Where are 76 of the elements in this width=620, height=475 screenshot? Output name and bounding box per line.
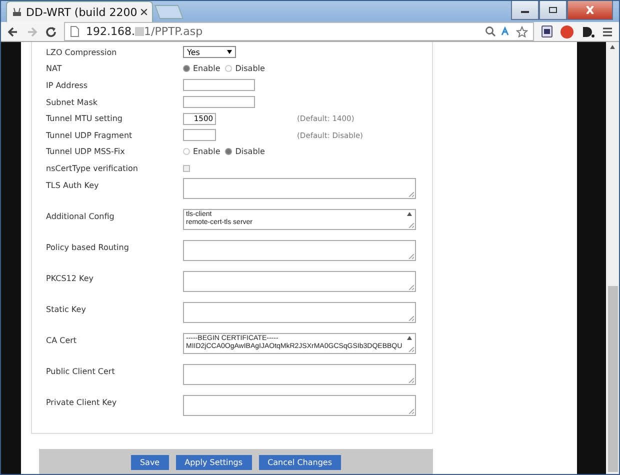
page-icon xyxy=(70,26,79,37)
scroll-up-icon[interactable] xyxy=(610,45,615,49)
radio-button[interactable] xyxy=(225,148,232,156)
scroll-thumb[interactable] xyxy=(608,286,618,472)
menu-icon[interactable] xyxy=(602,26,613,36)
field-label: Tunnel UDP MSS-Fix xyxy=(46,147,126,156)
caret-icon xyxy=(227,50,232,54)
text-area[interactable] xyxy=(183,302,416,323)
back-icon[interactable] xyxy=(7,26,19,38)
text-area[interactable] xyxy=(183,364,416,385)
field-label: CA Cert xyxy=(46,334,78,345)
field-label: Public Client Cert xyxy=(46,366,116,376)
text-area[interactable] xyxy=(183,240,416,261)
radio-button[interactable] xyxy=(225,65,232,72)
extension-icon[interactable] xyxy=(581,24,595,38)
field-label: Tunnel UDP Fragment xyxy=(46,130,134,140)
close-icon xyxy=(585,6,595,14)
text-area[interactable] xyxy=(183,270,416,292)
dropdown-value: Yes xyxy=(187,48,200,57)
blurred-region xyxy=(134,27,144,36)
close-window-button[interactable] xyxy=(567,1,613,20)
forward-icon[interactable] xyxy=(26,26,38,38)
minimize-button[interactable] xyxy=(511,1,539,20)
close-tab-icon[interactable] xyxy=(141,9,148,15)
dropdown[interactable]: Yes xyxy=(183,46,236,58)
resize-grip-icon[interactable] xyxy=(409,192,414,197)
search-icon[interactable] xyxy=(485,26,496,37)
text-area[interactable] xyxy=(183,394,416,416)
router-icon xyxy=(12,7,22,17)
field-label: IP Address xyxy=(46,80,89,90)
radio-button[interactable] xyxy=(183,65,190,72)
radio-option[interactable]: Disable xyxy=(225,64,265,74)
action-button[interactable]: Apply Settings xyxy=(176,454,252,470)
field-label: Subnet Mask xyxy=(46,98,99,107)
field-label: TLS Auth Key xyxy=(46,180,100,190)
radio-option[interactable]: Enable xyxy=(183,64,220,74)
tab-title: DD-WRT (build 2200 xyxy=(26,6,138,18)
browser-tab[interactable]: DD-WRT (build 2200 xyxy=(6,1,154,22)
action-button[interactable]: Cancel Changes xyxy=(258,454,342,470)
extension-icon[interactable] xyxy=(541,25,553,38)
radio-option[interactable]: Disable xyxy=(225,147,265,156)
input-field[interactable] xyxy=(183,79,255,92)
checkbox[interactable] xyxy=(183,164,190,172)
field-label: LZO Compression xyxy=(46,48,118,57)
url-host: 192.168. xyxy=(86,25,135,38)
resize-grip-icon[interactable] xyxy=(409,254,414,259)
field-label: PKCS12 Key xyxy=(46,272,95,283)
field-label: NAT xyxy=(46,64,63,74)
reload-icon[interactable] xyxy=(45,26,57,38)
resize-grip-icon[interactable] xyxy=(409,346,414,352)
field-label: Private Client Key xyxy=(46,396,118,407)
maximize-icon xyxy=(548,6,558,14)
field-label: Additional Config xyxy=(46,210,116,221)
input-field[interactable] xyxy=(183,96,255,108)
scroll-up-icon[interactable] xyxy=(407,336,412,340)
address-bar[interactable]: 192.168. 1/PPTP.asp xyxy=(64,22,534,41)
scroll-up-icon[interactable] xyxy=(407,212,412,216)
maximize-button[interactable] xyxy=(539,1,567,20)
input-field[interactable] xyxy=(183,129,216,142)
url-path: 1/PPTP.asp xyxy=(144,25,203,38)
field-label: Tunnel MTU setting xyxy=(46,114,124,124)
scrollbar[interactable] xyxy=(606,42,619,474)
action-button[interactable]: Save xyxy=(130,454,169,470)
resize-grip-icon[interactable] xyxy=(409,222,414,228)
radio-button[interactable] xyxy=(183,148,190,156)
field-label: Static Key xyxy=(46,304,87,314)
resize-grip-icon[interactable] xyxy=(409,316,414,321)
new-tab-button[interactable] xyxy=(154,5,184,19)
field-label: nsCertType verification xyxy=(46,164,139,173)
resize-grip-icon[interactable] xyxy=(409,408,414,414)
radio-option[interactable]: Enable xyxy=(183,147,220,156)
resize-grip-icon[interactable] xyxy=(409,284,414,290)
resize-grip-icon[interactable] xyxy=(409,378,414,383)
text-area[interactable] xyxy=(183,178,416,199)
field-label: Policy based Routing xyxy=(46,242,130,252)
star-icon[interactable] xyxy=(516,26,528,38)
